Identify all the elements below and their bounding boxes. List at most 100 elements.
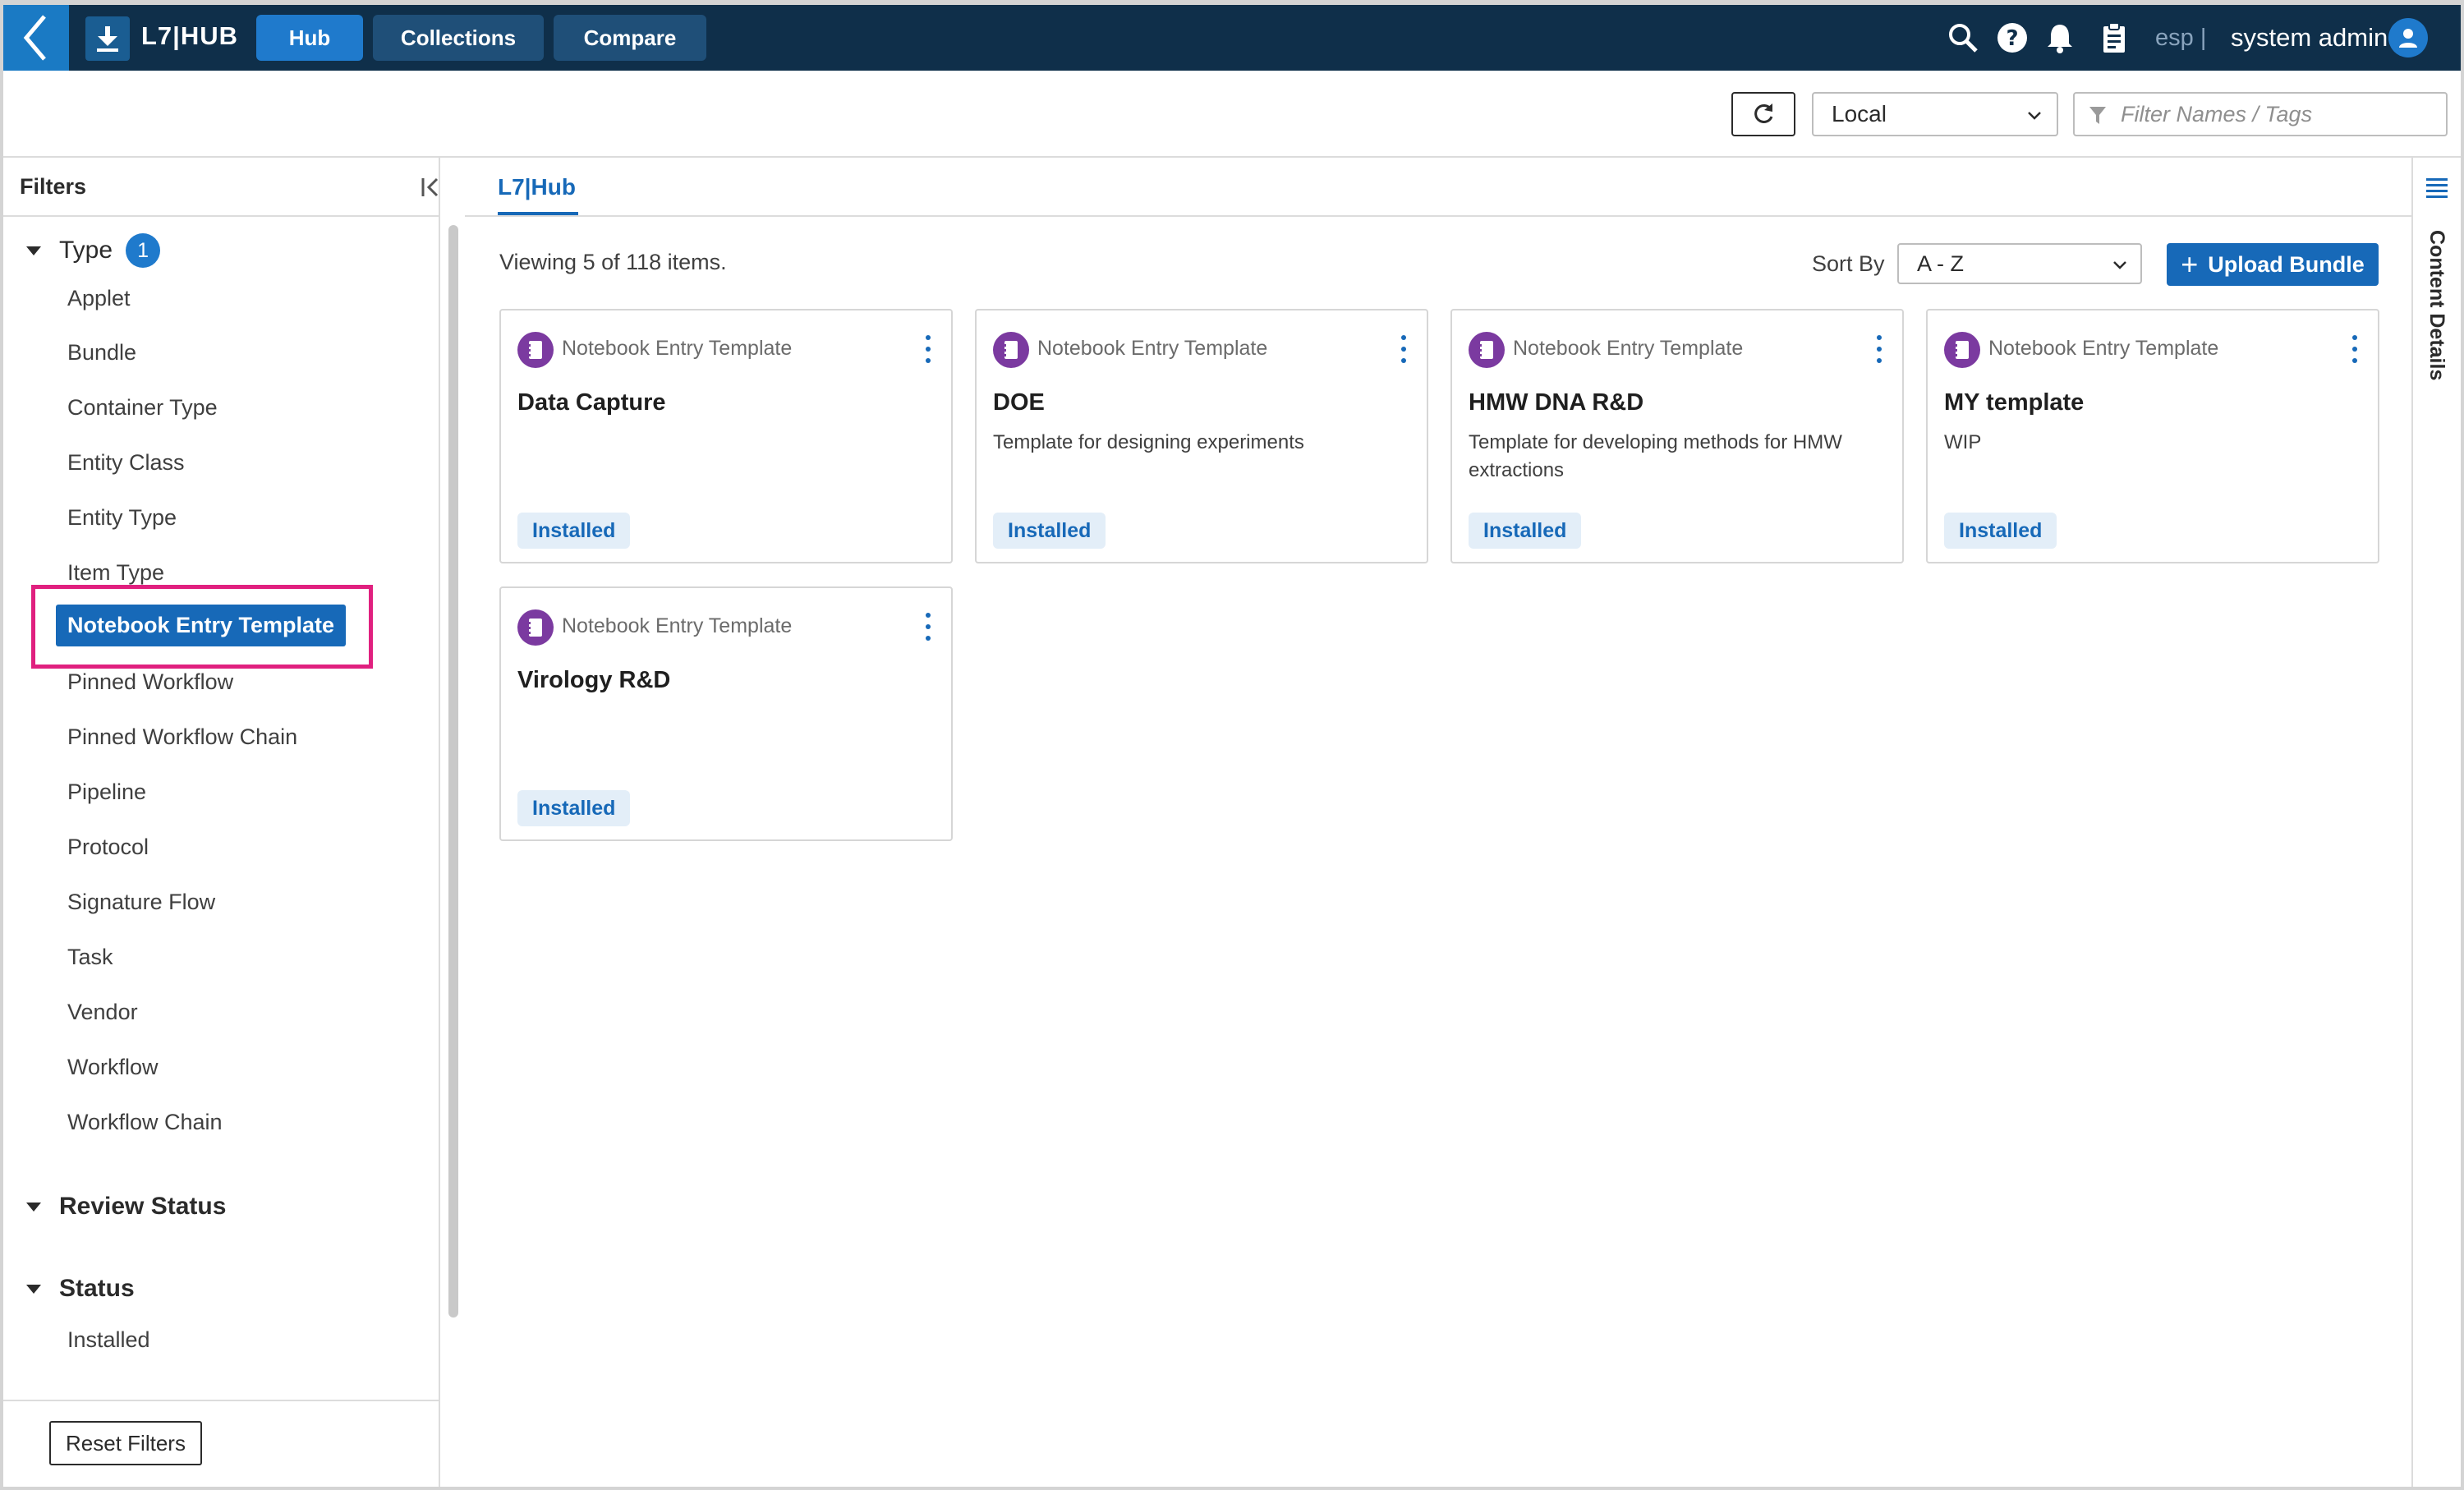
type-section-label: Type xyxy=(59,237,113,264)
card-description: WIP xyxy=(1944,431,1982,453)
card-title: DOE xyxy=(993,389,1045,416)
review-status-label: Review Status xyxy=(59,1193,227,1220)
svg-text:?: ? xyxy=(2006,26,2018,51)
tab-l7-hub[interactable]: L7|Hub xyxy=(498,174,576,200)
hub-logo xyxy=(85,16,130,61)
card-description: Template for developing methods for HMW … xyxy=(1469,431,1842,481)
filter-item-protocol[interactable]: Protocol xyxy=(67,835,149,860)
selection-highlight xyxy=(31,585,373,669)
filter-section-review-status[interactable]: Review Status xyxy=(26,1193,226,1221)
notebook-icon xyxy=(517,332,554,368)
sidebar-scrollbar[interactable] xyxy=(448,225,458,1318)
filters-footer: Reset Filters xyxy=(3,1400,440,1487)
status-badge: Installed xyxy=(993,513,1106,549)
filters-header: Filters xyxy=(3,158,440,217)
content-details-rail[interactable]: Content Details xyxy=(2411,158,2461,1487)
chevron-down-icon xyxy=(2113,261,2126,269)
toolbar: Local Filter Names / Tags xyxy=(3,71,2461,158)
main-content: L7|Hub Viewing 5 of 118 items. Sort By A… xyxy=(465,158,2411,1487)
caret-down-icon xyxy=(26,1284,41,1294)
filter-item-workflow-chain[interactable]: Workflow Chain xyxy=(67,1110,223,1135)
card-type-label: Notebook Entry Template xyxy=(562,337,793,360)
filters-title: Filters xyxy=(20,174,87,199)
bundle-card[interactable]: Notebook Entry Template DOE Template for… xyxy=(975,309,1428,563)
notebook-icon xyxy=(993,332,1029,368)
filter-item-workflow[interactable]: Workflow xyxy=(67,1055,159,1080)
filter-item-bundle[interactable]: Bundle xyxy=(67,340,136,366)
status-badge: Installed xyxy=(1469,513,1582,549)
location-select[interactable]: Local xyxy=(1812,92,2058,136)
filters-sidebar: Filters Type 1 Applet Bundle Container T… xyxy=(3,158,458,1487)
plus-icon: + xyxy=(2181,247,2199,281)
sort-select-value: A - Z xyxy=(1917,251,1965,276)
card-title: HMW DNA R&D xyxy=(1469,389,1644,416)
bundle-card[interactable]: Notebook Entry Template MY template WIP … xyxy=(1926,309,2379,563)
filter-item-signature-flow[interactable]: Signature Flow xyxy=(67,890,215,915)
bundle-card[interactable]: Notebook Entry Template Virology R&D Ins… xyxy=(499,586,953,841)
notebook-icon xyxy=(517,609,554,646)
environment-label: esp | xyxy=(2155,25,2207,51)
card-title: Virology R&D xyxy=(517,667,671,693)
status-badge: Installed xyxy=(517,790,631,826)
chevron-left-icon xyxy=(23,15,46,61)
chevron-down-icon xyxy=(2028,112,2041,120)
upload-bundle-button[interactable]: + Upload Bundle xyxy=(2167,243,2379,286)
bundle-card[interactable]: Notebook Entry Template Data Capture Ins… xyxy=(499,309,953,563)
status-section-label: Status xyxy=(59,1275,135,1302)
help-icon[interactable]: ? xyxy=(1996,21,2029,54)
filter-item-pipeline[interactable]: Pipeline xyxy=(67,779,146,805)
card-title: MY template xyxy=(1944,389,2085,416)
filter-item-task[interactable]: Task xyxy=(67,945,113,970)
card-type-label: Notebook Entry Template xyxy=(1513,337,1744,360)
kebab-menu-icon[interactable] xyxy=(1399,335,1409,363)
caret-down-icon xyxy=(26,246,41,255)
card-type-label: Notebook Entry Template xyxy=(562,614,793,637)
nav-tab-compare[interactable]: Compare xyxy=(554,15,706,61)
back-button[interactable] xyxy=(3,5,69,71)
filter-placeholder: Filter Names / Tags xyxy=(2121,101,2313,126)
card-description: Template for designing experiments xyxy=(993,431,1304,453)
card-title: Data Capture xyxy=(517,389,666,416)
refresh-icon xyxy=(1754,103,1773,123)
upload-bundle-label: Upload Bundle xyxy=(2208,251,2365,277)
nav-tab-hub[interactable]: Hub xyxy=(256,15,363,61)
refresh-button[interactable] xyxy=(1731,92,1795,136)
notebook-icon xyxy=(1469,332,1505,368)
kebab-menu-icon[interactable] xyxy=(923,613,933,641)
kebab-menu-icon[interactable] xyxy=(1874,335,1884,363)
reset-filters-button[interactable]: Reset Filters xyxy=(49,1421,202,1465)
filter-item-pinned-workflow-chain[interactable]: Pinned Workflow Chain xyxy=(67,724,297,750)
filter-names-tags-input[interactable]: Filter Names / Tags xyxy=(2073,92,2448,136)
collapse-left-icon[interactable] xyxy=(421,176,442,199)
filter-section-status[interactable]: Status xyxy=(26,1275,135,1303)
status-badge: Installed xyxy=(1944,513,2057,549)
search-icon[interactable] xyxy=(1947,21,1979,54)
kebab-menu-icon[interactable] xyxy=(2350,335,2360,363)
filter-section-type[interactable]: Type 1 xyxy=(26,233,161,268)
sort-select[interactable]: A - Z xyxy=(1897,243,2142,284)
filter-item-applet[interactable]: Applet xyxy=(67,286,131,311)
filter-item-entity-class[interactable]: Entity Class xyxy=(67,450,185,476)
filter-item-vendor[interactable]: Vendor xyxy=(67,1000,138,1025)
type-count-badge: 1 xyxy=(126,233,161,268)
filter-item-installed[interactable]: Installed xyxy=(67,1327,150,1353)
funnel-icon xyxy=(2089,107,2106,124)
clipboard-icon[interactable] xyxy=(2098,21,2131,54)
card-type-label: Notebook Entry Template xyxy=(1988,337,2219,360)
bell-icon[interactable] xyxy=(2043,21,2076,54)
kebab-menu-icon[interactable] xyxy=(923,335,933,363)
user-name[interactable]: system admin xyxy=(2231,23,2388,53)
tab-divider xyxy=(465,215,2411,217)
filter-item-container-type[interactable]: Container Type xyxy=(67,395,218,421)
nav-tab-collections[interactable]: Collections xyxy=(373,15,544,61)
avatar[interactable] xyxy=(2388,18,2428,57)
caret-down-icon xyxy=(26,1202,41,1212)
bundle-card[interactable]: Notebook Entry Template HMW DNA R&D Temp… xyxy=(1450,309,1904,563)
content-details-label[interactable]: Content Details xyxy=(2425,230,2448,380)
notebook-icon xyxy=(1944,332,1980,368)
filter-item-item-type[interactable]: Item Type xyxy=(67,560,164,586)
location-select-value: Local xyxy=(1832,101,1887,126)
list-icon[interactable] xyxy=(2425,176,2449,199)
filter-item-pinned-workflow[interactable]: Pinned Workflow xyxy=(67,669,233,695)
filter-item-entity-type[interactable]: Entity Type xyxy=(67,505,177,531)
